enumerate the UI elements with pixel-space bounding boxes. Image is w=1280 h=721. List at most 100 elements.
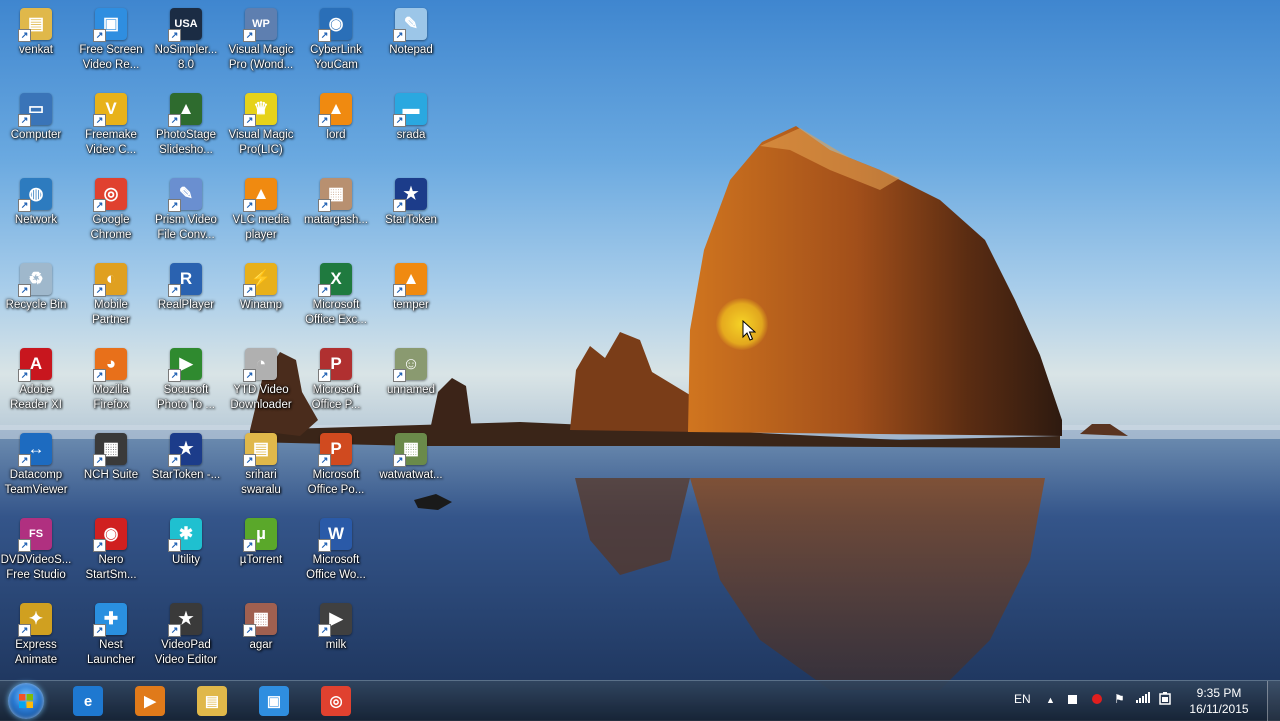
photo-2-shortcut[interactable]: ▦ ↗ watwatwat... — [374, 427, 448, 507]
folder-shortcut[interactable]: ▤ ↗ venkat — [0, 2, 73, 82]
prism-icon: ✎ ↗ — [168, 178, 202, 212]
vlc-cone-shortcut[interactable]: ▲ ↗ lord — [299, 87, 373, 167]
shortcut-arrow-icon: ↗ — [18, 624, 31, 637]
shortcut-arrow-icon: ↗ — [243, 29, 256, 42]
folder-2-shortcut[interactable]: ▤ ↗ srihari swaralu — [224, 427, 298, 507]
realplayer-shortcut[interactable]: R ↗ RealPlayer — [149, 257, 223, 337]
freemake-icon: V ↗ — [93, 93, 127, 127]
powerpoint-shortcut[interactable]: P ↗ Microsoft Office Po... — [299, 427, 373, 507]
nch-suite-shortcut[interactable]: ▦ ↗ NCH Suite — [74, 427, 148, 507]
shortcut-label: Mozilla Firefox — [93, 384, 129, 411]
milk-video-shortcut[interactable]: ▶ ↗ milk — [299, 597, 373, 677]
shortcut-arrow-icon: ↗ — [18, 369, 31, 382]
mobile-partner-shortcut[interactable]: ◐ ↗ Mobile Partner — [74, 257, 148, 337]
shortcut-arrow-icon: ↗ — [243, 199, 256, 212]
nosimpler-shortcut[interactable]: USA ↗ NoSimpler... 8.0 — [149, 2, 223, 82]
prism-shortcut[interactable]: ✎ ↗ Prism Video File Conv... — [149, 172, 223, 252]
battery-icon[interactable] — [1158, 691, 1172, 708]
winamp-shortcut[interactable]: ⚡ ↗ Winamp — [224, 257, 298, 337]
ytd-icon: ◔ ↗ — [243, 348, 277, 382]
shortcut-label: Nero StartSm... — [85, 554, 137, 581]
language-indicator[interactable]: EN — [1014, 692, 1031, 706]
dvdvideosoft-shortcut[interactable]: FS ↗ DVDVideoS... Free Studio — [0, 512, 73, 592]
realplayer-icon: R ↗ — [168, 263, 202, 297]
taskbar-screen-recorder-taskbar-button[interactable]: ▣ — [248, 683, 300, 719]
nero-shortcut[interactable]: ◉ ↗ Nero StartSm... — [74, 512, 148, 592]
socusoft-shortcut[interactable]: ▶ ↗ Socusoft Photo To ... — [149, 342, 223, 422]
show-hidden-icons-icon[interactable]: ▲ — [1046, 695, 1055, 705]
visual-magic-lic-shortcut[interactable]: ♛ ↗ Visual Magic Pro(LIC) — [224, 87, 298, 167]
folder-2-icon: ▤ ↗ — [243, 433, 277, 467]
srada-shortcut[interactable]: ▬ ↗ srada — [374, 87, 448, 167]
show-desktop-button[interactable] — [1267, 681, 1280, 721]
express-animate-shortcut[interactable]: ✦ ↗ Express Animate — [0, 597, 73, 677]
taskbar-file-explorer-button[interactable]: ▤ — [186, 683, 238, 719]
network-signal-icon[interactable] — [1136, 691, 1150, 706]
shortcut-label: Express Animate — [14, 639, 58, 666]
word-shortcut[interactable]: W ↗ Microsoft Office Wo... — [299, 512, 373, 592]
videopad-shortcut[interactable]: ★ ↗ VideoPad Video Editor — [149, 597, 223, 677]
photostage-shortcut[interactable]: ▲ ↗ PhotoStage Slidesho... — [149, 87, 223, 167]
excel-shortcut[interactable]: X ↗ Microsoft Office Exc... — [299, 257, 373, 337]
chrome-icon: ◎ ↗ — [93, 178, 127, 212]
shortcut-label: watwatwat... — [379, 469, 443, 481]
nest-launcher-shortcut[interactable]: ✚ ↗ Nest Launcher — [74, 597, 148, 677]
nest-launcher-icon: ✚ ↗ — [93, 603, 127, 637]
shortcut-arrow-icon: ↗ — [243, 284, 256, 297]
taskbar: e ▶ ▤ ▣ ◎ EN ▲ ⚑ 9:35 PM 16/11/2015 — [0, 680, 1280, 721]
adobe-reader-shortcut[interactable]: A ↗ Adobe Reader XI — [0, 342, 73, 422]
unnamed-shortcut[interactable]: ☺ ↗ unnamed — [374, 342, 448, 422]
unnamed-icon: ☺ ↗ — [393, 348, 427, 382]
ytd-shortcut[interactable]: ◔ ↗ YTD Video Downloader — [224, 342, 298, 422]
adobe-reader-icon: A ↗ — [18, 348, 52, 382]
recycle-bin-shortcut[interactable]: ♻ ↗ Recycle Bin — [0, 257, 73, 337]
notepad-shortcut[interactable]: ✎ ↗ Notepad — [374, 2, 448, 82]
record-icon[interactable] — [1092, 693, 1102, 707]
shortcut-arrow-icon: ↗ — [318, 284, 331, 297]
publisher-shortcut[interactable]: P ↗ Microsoft Office P... — [299, 342, 373, 422]
system-clock[interactable]: 9:35 PM 16/11/2015 — [1184, 685, 1254, 717]
computer-shortcut[interactable]: ▭ ↗ Computer — [0, 87, 73, 167]
taskbar-chrome-taskbar-button[interactable]: ◎ — [310, 683, 362, 719]
network-shortcut[interactable]: ◍ ↗ Network — [0, 172, 73, 252]
shortcut-arrow-icon: ↗ — [318, 624, 331, 637]
stop-icon[interactable] — [1068, 693, 1077, 707]
utility-shortcut[interactable]: ✱ ↗ Utility — [149, 512, 223, 592]
shortcut-arrow-icon: ↗ — [18, 29, 31, 42]
teamviewer-shortcut[interactable]: ↔ ↗ Datacomp TeamViewer — [0, 427, 73, 507]
shortcut-arrow-icon: ↗ — [393, 369, 406, 382]
shortcut-arrow-icon: ↗ — [168, 284, 181, 297]
shortcut-label: Mobile Partner — [92, 299, 130, 326]
photo-shortcut[interactable]: ▦ ↗ matargash... — [299, 172, 373, 252]
screen-recorder-shortcut[interactable]: ▣ ↗ Free Screen Video Re... — [74, 2, 148, 82]
taskbar-internet-explorer-button[interactable]: e — [62, 683, 114, 719]
vlc-shortcut[interactable]: ▲ ↗ VLC media player — [224, 172, 298, 252]
shortcut-label: Microsoft Office Exc... — [305, 299, 367, 326]
taskbar-media-player-button[interactable]: ▶ — [124, 683, 176, 719]
file-explorer-icon: ▤ — [197, 686, 227, 716]
utorrent-shortcut[interactable]: µ ↗ µTorrent — [224, 512, 298, 592]
shortcut-arrow-icon: ↗ — [318, 369, 331, 382]
startoken-2-shortcut[interactable]: ★ ↗ StarToken -... — [149, 427, 223, 507]
freemake-shortcut[interactable]: V ↗ Freemake Video C... — [74, 87, 148, 167]
chrome-shortcut[interactable]: ◎ ↗ Google Chrome — [74, 172, 148, 252]
wp-icon: WP ↗ — [243, 8, 277, 42]
youcam-shortcut[interactable]: ◉ ↗ CyberLink YouCam — [299, 2, 373, 82]
nero-icon: ◉ ↗ — [93, 518, 127, 552]
wp-shortcut[interactable]: WP ↗ Visual Magic Pro (Wond... — [224, 2, 298, 82]
shortcut-arrow-icon: ↗ — [168, 29, 181, 42]
shortcut-label: µTorrent — [239, 554, 283, 566]
agar-photo-shortcut[interactable]: ▦ ↗ agar — [224, 597, 298, 677]
temper-vlc-shortcut[interactable]: ▲ ↗ temper — [374, 257, 448, 337]
firefox-shortcut[interactable]: ◕ ↗ Mozilla Firefox — [74, 342, 148, 422]
start-button[interactable] — [4, 682, 48, 720]
youcam-icon: ◉ ↗ — [318, 8, 352, 42]
shortcut-label: Notepad — [389, 44, 433, 56]
shortcut-label: agar — [249, 639, 273, 651]
teamviewer-icon: ↔ ↗ — [18, 433, 52, 467]
action-center-flag-icon[interactable]: ⚑ — [1114, 692, 1125, 706]
startoken-shortcut[interactable]: ★ ↗ StarToken — [374, 172, 448, 252]
powerpoint-icon: P ↗ — [318, 433, 352, 467]
shortcut-arrow-icon: ↗ — [168, 539, 181, 552]
shortcut-arrow-icon: ↗ — [93, 369, 106, 382]
